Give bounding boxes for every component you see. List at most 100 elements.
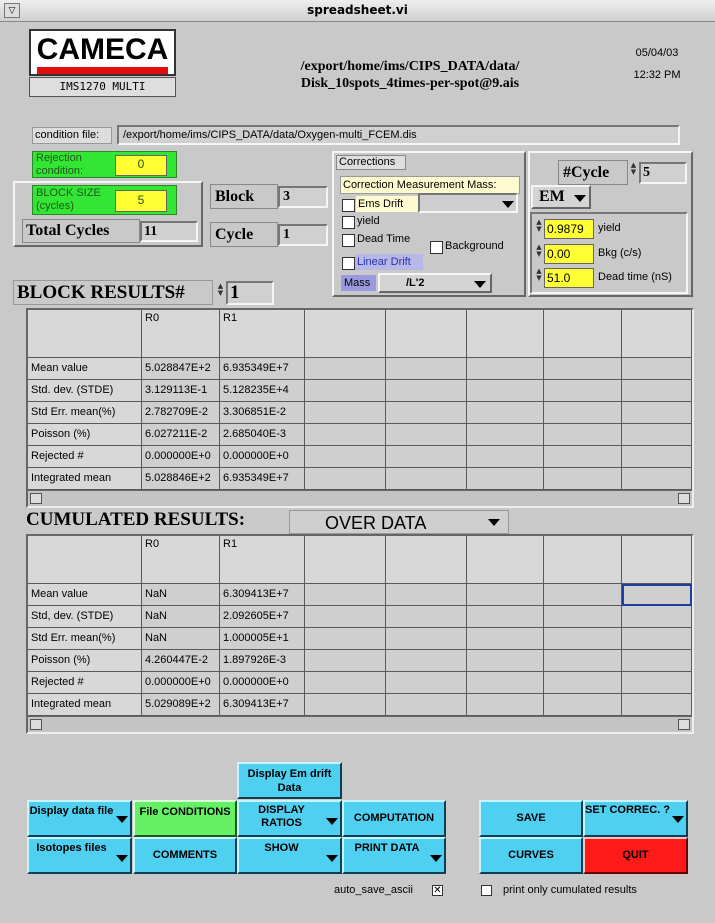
table-cell[interactable]: 6.309413E+7 (220, 694, 305, 716)
yield-checkbox-row[interactable]: yield (341, 214, 421, 230)
scroll-right-button[interactable] (678, 719, 690, 730)
table-cell[interactable]: 0.000000E+0 (220, 672, 305, 694)
table-cell-empty[interactable] (305, 694, 386, 716)
table-cell-empty[interactable] (467, 402, 544, 424)
table-cell-empty[interactable] (622, 694, 692, 716)
condition-file-field[interactable]: /export/home/ims/CIPS_DATA/data/Oxygen-m… (117, 125, 680, 145)
table-cell-empty[interactable] (544, 606, 622, 628)
comments-button[interactable]: COMMENTS (133, 837, 237, 874)
table-cell-empty[interactable] (467, 358, 544, 380)
background-checkbox-row[interactable]: Background (430, 239, 522, 255)
display-ratios-button[interactable]: DISPLAY RATIOS (237, 800, 342, 837)
table-cell-empty[interactable] (386, 694, 467, 716)
table-cell-empty[interactable] (467, 468, 544, 490)
table-cell-empty[interactable] (544, 584, 622, 606)
table-cell-empty[interactable] (305, 606, 386, 628)
table-cell-empty[interactable] (305, 446, 386, 468)
table-cell-empty[interactable] (467, 672, 544, 694)
table-cell[interactable]: 0.000000E+0 (142, 672, 220, 694)
display-em-drift-button[interactable]: Display Em drift Data (237, 762, 342, 799)
table-cell-empty[interactable] (622, 446, 692, 468)
table-cell-empty[interactable] (467, 446, 544, 468)
table-cell[interactable]: 5.029089E+2 (142, 694, 220, 716)
horizontal-scrollbar[interactable] (28, 716, 692, 732)
table-cell-empty[interactable] (622, 358, 692, 380)
ems-drift-dropdown[interactable] (418, 193, 518, 213)
table-cell[interactable]: 3.129113E-1 (142, 380, 220, 402)
table-cell[interactable]: NaN (142, 584, 220, 606)
table-cell-empty[interactable] (467, 606, 544, 628)
table-cell-empty[interactable] (305, 424, 386, 446)
detector-type-dropdown[interactable]: EM (531, 185, 591, 209)
table-cell-empty[interactable] (467, 424, 544, 446)
cumulated-mode-dropdown[interactable]: OVER DATA (289, 510, 509, 534)
table-cell-empty[interactable] (467, 380, 544, 402)
scroll-left-button[interactable] (30, 493, 42, 504)
table-cell[interactable]: 1.000005E+1 (220, 628, 305, 650)
mass-dropdown[interactable]: /L'2 (378, 273, 492, 293)
table-cell-empty[interactable] (544, 358, 622, 380)
table-cell[interactable]: 2.782709E-2 (142, 402, 220, 424)
ems-drift-checkbox[interactable] (342, 199, 355, 212)
show-button[interactable]: SHOW (237, 837, 342, 874)
table-cell-empty[interactable] (386, 584, 467, 606)
yield-checkbox[interactable] (342, 216, 355, 229)
table-cell[interactable]: 5.028846E+2 (142, 468, 220, 490)
dead-time-spinner[interactable]: ▲ ▼ (535, 268, 543, 288)
table-cell[interactable]: 4.260447E-2 (142, 650, 220, 672)
table-cell-empty[interactable] (305, 468, 386, 490)
table-cell-empty[interactable] (386, 424, 467, 446)
table-cell[interactable]: 2.685040E-3 (220, 424, 305, 446)
table-cell-empty[interactable] (467, 628, 544, 650)
table-cell-empty[interactable] (386, 606, 467, 628)
ncycle-input[interactable]: 5 (639, 162, 687, 184)
table-cell-empty[interactable] (386, 402, 467, 424)
table-cell-empty[interactable] (544, 402, 622, 424)
table-cell-empty[interactable] (305, 650, 386, 672)
block-results-spinner[interactable]: ▲ ▼ (216, 283, 225, 303)
table-cell[interactable]: 2.092605E+7 (220, 606, 305, 628)
set-correc-button[interactable]: SET CORREC. ? (583, 800, 688, 837)
table-cell-empty[interactable] (544, 650, 622, 672)
computation-button[interactable]: COMPUTATION (342, 800, 446, 837)
table-cell[interactable]: NaN (142, 606, 220, 628)
table-cell-empty[interactable] (622, 650, 692, 672)
table-cell-empty[interactable] (305, 358, 386, 380)
table-cell-empty[interactable] (386, 672, 467, 694)
table-cell-empty[interactable] (544, 380, 622, 402)
table-cell-empty[interactable] (467, 694, 544, 716)
background-checkbox[interactable] (430, 241, 443, 254)
table-cell-empty[interactable] (386, 358, 467, 380)
block-results-table[interactable]: R0 R1 Mean value 5.028847E+2 6.935349E+7 Std.… (26, 308, 694, 508)
rejection-input[interactable]: 0 (115, 155, 167, 176)
table-cell[interactable]: 0.000000E+0 (220, 446, 305, 468)
table-cell[interactable]: 6.027211E-2 (142, 424, 220, 446)
table-cell[interactable]: 6.935349E+7 (220, 468, 305, 490)
table-cell-empty[interactable] (544, 468, 622, 490)
tab-corrections[interactable]: Corrections (336, 155, 406, 170)
table-cell-empty[interactable] (622, 672, 692, 694)
table-cell-empty[interactable] (386, 380, 467, 402)
table-cell-empty[interactable] (305, 380, 386, 402)
table-cell-empty[interactable] (622, 628, 692, 650)
display-data-file-button[interactable]: Display data file (27, 800, 132, 837)
file-conditions-button[interactable]: File CONDITIONS (133, 800, 237, 837)
bkg-spinner[interactable]: ▲ ▼ (535, 244, 543, 264)
table-cell[interactable]: 5.128235E+4 (220, 380, 305, 402)
table-cell[interactable]: NaN (142, 628, 220, 650)
table-cell-empty[interactable] (305, 628, 386, 650)
block-results-number[interactable]: 1 (226, 281, 274, 305)
table-cell-empty[interactable] (544, 628, 622, 650)
table-cell-empty[interactable] (544, 446, 622, 468)
system-menu-button[interactable]: ▽ (4, 3, 20, 18)
scroll-left-button[interactable] (30, 719, 42, 730)
dead-time-checkbox[interactable] (342, 234, 355, 247)
table-cell-empty[interactable] (622, 606, 692, 628)
table-cell-empty[interactable] (467, 650, 544, 672)
table-cell-empty[interactable] (622, 584, 692, 606)
table-cell-empty[interactable] (622, 468, 692, 490)
table-cell-empty[interactable] (386, 468, 467, 490)
quit-button[interactable]: QUIT (583, 837, 688, 874)
table-cell-empty[interactable] (305, 402, 386, 424)
cumulated-results-table[interactable]: R0 R1 Mean value NaN 6.309413E+7 Std, dev. (S… (26, 534, 694, 734)
